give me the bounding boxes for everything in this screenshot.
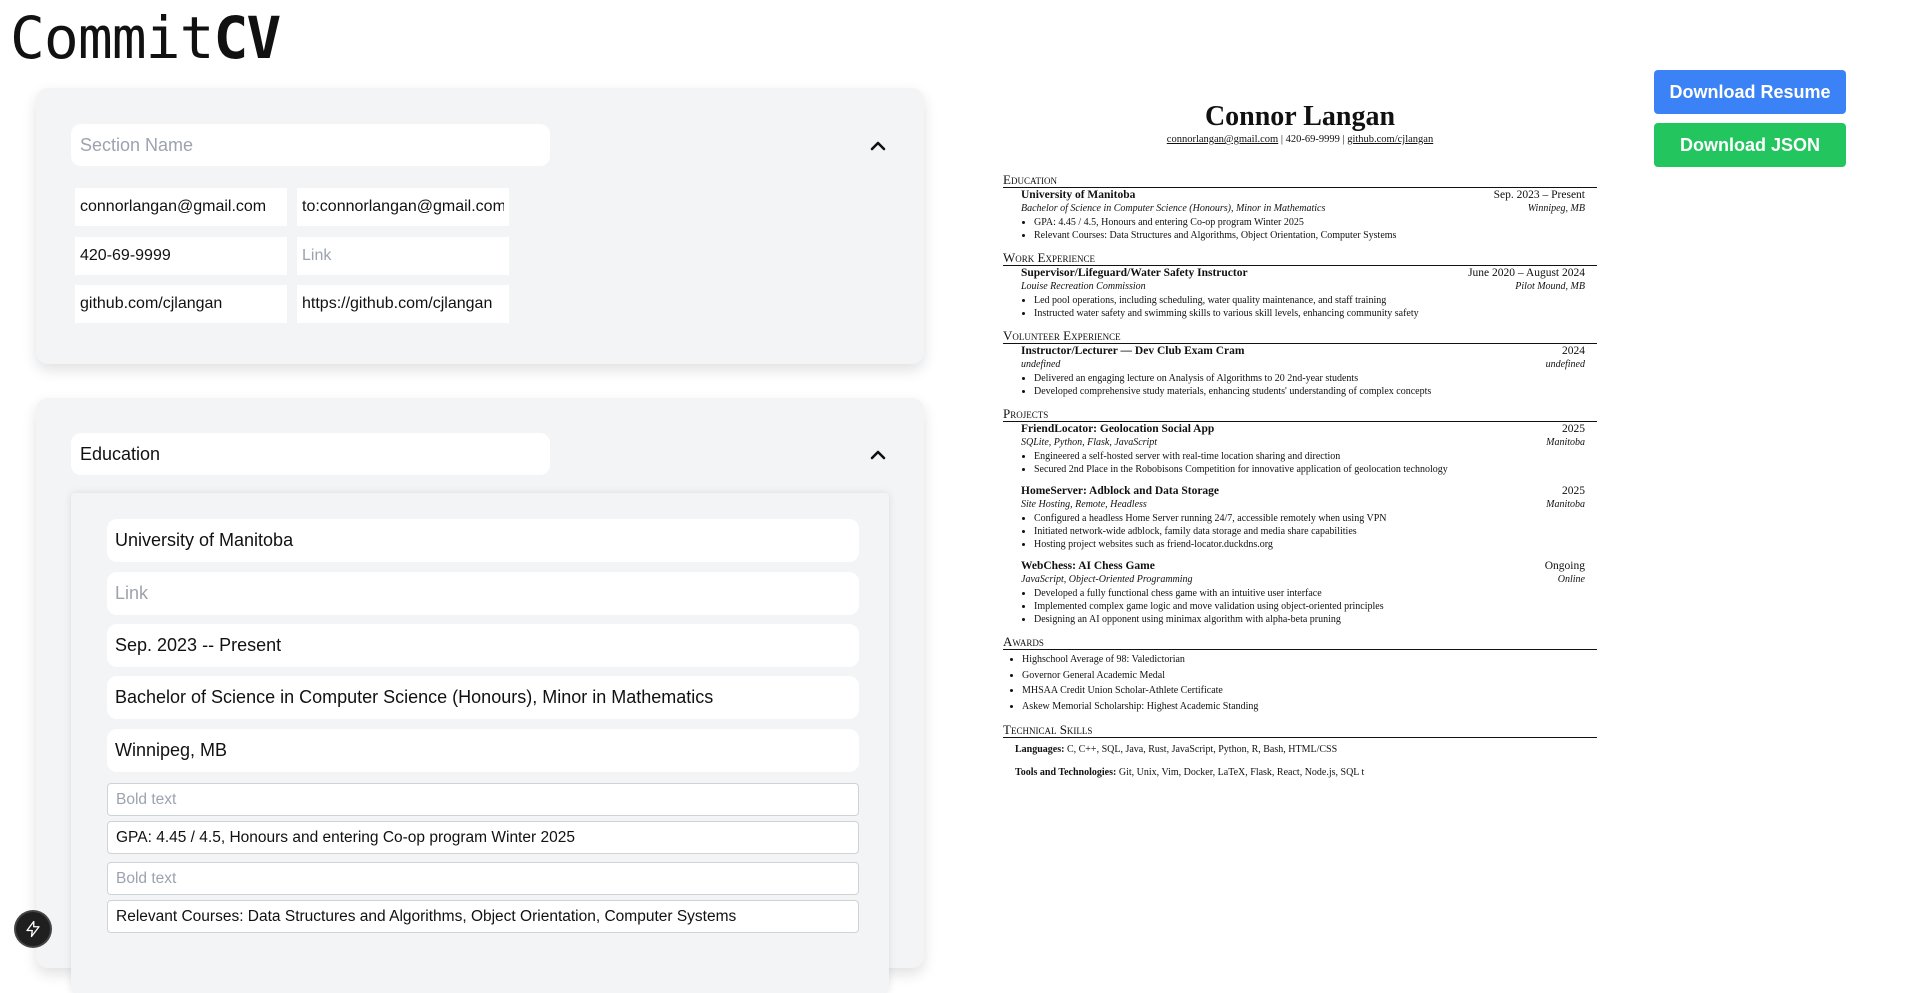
resume-section-heading: Projects bbox=[1003, 406, 1597, 422]
download-json-button[interactable]: Download JSON bbox=[1654, 123, 1846, 167]
chevron-up-icon[interactable] bbox=[866, 443, 890, 467]
contact-label-input[interactable] bbox=[75, 237, 287, 275]
download-resume-button[interactable]: Download Resume bbox=[1654, 70, 1846, 114]
entry-subtitle: Louise Recreation Commission bbox=[1021, 281, 1146, 292]
skills-languages: Languages: C, C++, SQL, Java, Rust, Java… bbox=[1003, 738, 1597, 761]
bullet-text-input[interactable] bbox=[107, 900, 859, 933]
entry-date: June 2020 – August 2024 bbox=[1468, 267, 1585, 279]
entry-location: Manitoba bbox=[1546, 437, 1585, 448]
entry-date-input[interactable] bbox=[107, 624, 859, 667]
resume-preview: Connor Langan connorlangan@gmail.com | 4… bbox=[1003, 100, 1597, 784]
resume-entry: FriendLocator: Geolocation Social App 202… bbox=[1003, 422, 1597, 476]
award-item: Highschool Average of 98: Valedictorian bbox=[1022, 652, 1597, 668]
resume-name: Connor Langan bbox=[1204, 101, 1396, 132]
entry-link-input[interactable] bbox=[107, 572, 859, 615]
entry-bullet: Delivered an engaging lecture on Analysi… bbox=[1034, 372, 1585, 385]
skills-tools-label: Tools and Technologies: bbox=[1015, 767, 1117, 778]
resume-entry: HomeServer: Adblock and Data Storage 2025… bbox=[1003, 484, 1597, 551]
contact-separator: | bbox=[1280, 134, 1283, 145]
bullet-text-input[interactable] bbox=[107, 821, 859, 854]
entry-location: Manitoba bbox=[1546, 499, 1585, 510]
logo-text-light: Commit bbox=[10, 4, 215, 72]
entry-subtitle: Site Hosting, Remote, Headless bbox=[1021, 499, 1147, 510]
entry-subtitle: undefined bbox=[1021, 359, 1061, 370]
entry-date: 2025 bbox=[1562, 485, 1585, 497]
entry-bullet: GPA: 4.45 / 4.5, Honours and entering Co… bbox=[1034, 216, 1585, 229]
contact-separator: | bbox=[1342, 134, 1345, 145]
entry-location-input[interactable] bbox=[107, 729, 859, 772]
skills-tools: Tools and Technologies: Git, Unix, Vim, … bbox=[1003, 761, 1597, 784]
app-logo: Commit CV bbox=[10, 4, 282, 72]
entry-bullet: Designing an AI opponent using minimax a… bbox=[1034, 613, 1585, 626]
entry-bullet: Implemented complex game logic and move … bbox=[1034, 600, 1585, 613]
entry-title-input[interactable] bbox=[107, 519, 859, 562]
resume-entry: Supervisor/Lifeguard/Water Safety Instru… bbox=[1003, 266, 1597, 320]
section-name-input[interactable] bbox=[71, 433, 550, 475]
entry-title: FriendLocator: Geolocation Social App bbox=[1021, 423, 1215, 435]
bullet-bold-input[interactable] bbox=[107, 783, 859, 816]
resume-entry: Instructor/Lecturer — Dev Club Exam Cram… bbox=[1003, 344, 1597, 398]
award-item: Askew Memorial Scholarship: Highest Acad… bbox=[1022, 699, 1597, 715]
entry-date: 2025 bbox=[1562, 423, 1585, 435]
entry-title: WebChess: AI Chess Game bbox=[1021, 560, 1155, 572]
entry-bullet: Developed comprehensive study materials,… bbox=[1034, 385, 1585, 398]
entry-title: Supervisor/Lifeguard/Water Safety Instru… bbox=[1021, 267, 1248, 279]
chevron-up-icon[interactable] bbox=[866, 134, 890, 158]
awards-list: Highschool Average of 98: Valedictorian … bbox=[1003, 652, 1597, 714]
entry-bullet: Initiated network-wide adblock, family d… bbox=[1034, 525, 1585, 538]
entry-location: Online bbox=[1557, 574, 1585, 585]
entry-location: Pilot Mound, MB bbox=[1515, 281, 1585, 292]
education-entry bbox=[71, 493, 889, 993]
resume-section-heading: Work Experience bbox=[1003, 250, 1597, 266]
skills-languages-label: Languages: bbox=[1015, 744, 1065, 755]
logo-text-bold: CV bbox=[213, 4, 282, 72]
entry-title: HomeServer: Adblock and Data Storage bbox=[1021, 485, 1220, 497]
resume-section-heading: Technical Skills bbox=[1003, 722, 1597, 738]
resume-contact-phone: 420-69-9999 bbox=[1285, 134, 1340, 145]
award-item: MHSAA Credit Union Scholar-Athlete Certi… bbox=[1022, 683, 1597, 699]
resume-entry: WebChess: AI Chess Game Ongoing JavaScrip… bbox=[1003, 559, 1597, 626]
entry-date: Sep. 2023 – Present bbox=[1493, 189, 1585, 201]
bullet-bold-input[interactable] bbox=[107, 862, 859, 895]
contact-link-input[interactable] bbox=[297, 188, 509, 226]
resume-section-heading: Volunteer Experience bbox=[1003, 328, 1597, 344]
entry-subtitle: Bachelor of Science in Computer Science … bbox=[1021, 203, 1326, 214]
resume-contact: connorlangan@gmail.com | 420-69-9999 | g… bbox=[1003, 134, 1597, 150]
entry-subtitle-input[interactable] bbox=[107, 676, 859, 719]
entry-location: undefined bbox=[1545, 359, 1585, 370]
entry-bullet: Developed a fully functional chess game … bbox=[1034, 587, 1585, 600]
entry-subtitle: SQLite, Python, Flask, JavaScript bbox=[1021, 437, 1158, 448]
skills-tools-value: Git, Unix, Vim, Docker, LaTeX, Flask, Re… bbox=[1118, 767, 1365, 778]
section-name-input[interactable] bbox=[71, 124, 550, 166]
contact-link-input[interactable] bbox=[297, 237, 509, 275]
lightning-icon[interactable] bbox=[16, 912, 50, 946]
skills-languages-value: C, C++, SQL, Java, Rust, JavaScript, Pyt… bbox=[1066, 744, 1338, 755]
entry-bullet: Secured 2nd Place in the Robobisons Comp… bbox=[1034, 463, 1585, 476]
entry-bullet: Hosting project websites such as friend-… bbox=[1034, 538, 1585, 551]
entry-date: Ongoing bbox=[1544, 560, 1585, 572]
entry-bullet: Configured a headless Home Server runnin… bbox=[1034, 512, 1585, 525]
entry-bullet: Engineered a self-hosted server with rea… bbox=[1034, 450, 1585, 463]
resume-entry: University of Manitoba Sep. 2023 – Presen… bbox=[1003, 188, 1597, 242]
entry-title: University of Manitoba bbox=[1021, 189, 1136, 201]
resume-contact-github[interactable]: github.com/cjlangan bbox=[1347, 134, 1433, 145]
contact-section-card bbox=[36, 88, 924, 364]
resume-section-heading: Education bbox=[1003, 172, 1597, 188]
contact-link-input[interactable] bbox=[297, 285, 509, 323]
entry-subtitle: JavaScript, Object-Oriented Programming bbox=[1021, 574, 1193, 585]
entry-bullet: Relevant Courses: Data Structures and Al… bbox=[1034, 229, 1585, 242]
award-item: Governor General Academic Medal bbox=[1022, 668, 1597, 684]
entry-bullet: Led pool operations, including schedulin… bbox=[1034, 294, 1585, 307]
education-section-card bbox=[36, 398, 924, 993]
resume-contact-email[interactable]: connorlangan@gmail.com bbox=[1167, 134, 1278, 145]
entry-bullet: Instructed water safety and swimming ski… bbox=[1034, 307, 1585, 320]
contact-label-input[interactable] bbox=[75, 188, 287, 226]
resume-section-heading: Awards bbox=[1003, 634, 1597, 650]
entry-location: Winnipeg, MB bbox=[1527, 203, 1585, 214]
entry-date: 2024 bbox=[1562, 345, 1585, 357]
entry-title: Instructor/Lecturer — Dev Club Exam Cram bbox=[1021, 345, 1245, 357]
contact-label-input[interactable] bbox=[75, 285, 287, 323]
